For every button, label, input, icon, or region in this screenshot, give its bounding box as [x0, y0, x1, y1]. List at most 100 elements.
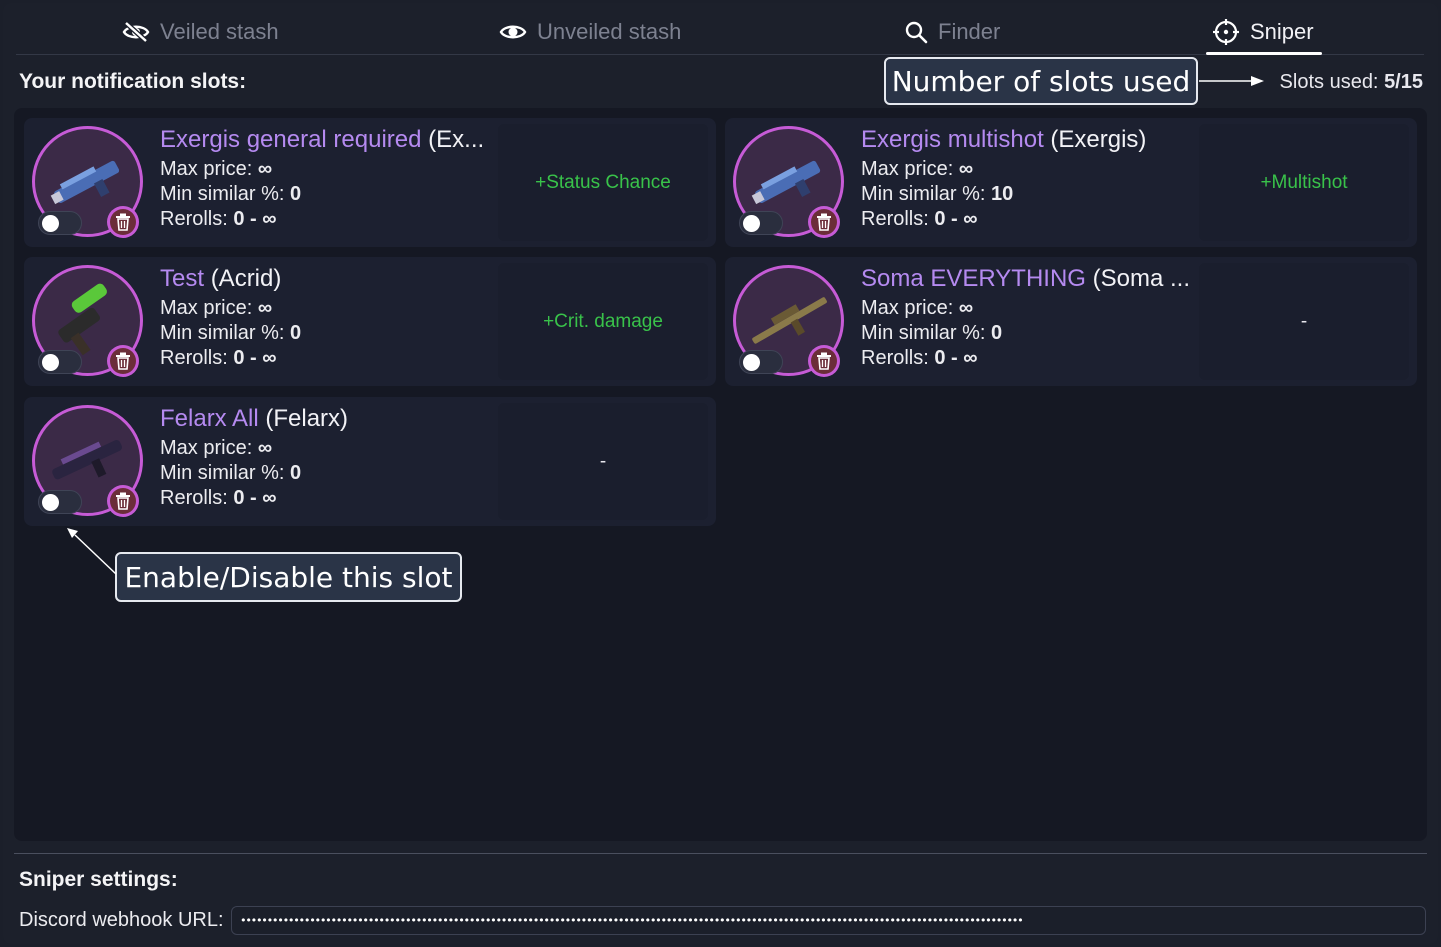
slot-weapon: (Soma ...	[1092, 265, 1190, 292]
enable-toggle[interactable]	[739, 350, 783, 374]
rerolls-value: 0 - ∞	[233, 208, 277, 230]
min-similar-label: Min similar %:	[861, 183, 986, 205]
tab-unveiled-stash[interactable]: Unveiled stash	[499, 10, 681, 54]
min-similar-label: Min similar %:	[160, 183, 285, 205]
delete-button[interactable]	[107, 206, 139, 238]
settings-title: Sniper settings:	[19, 868, 178, 891]
min-similar-label: Min similar %:	[160, 322, 285, 344]
tab-label: Finder	[938, 19, 1001, 44]
slot-info: Exergis multishot (Exergis) Max price: ∞ M…	[861, 126, 1191, 232]
min-similar-row: Min similar %: 0	[160, 321, 490, 346]
slot-weapon: (Felarx)	[265, 405, 349, 432]
max-price-row: Max price: ∞	[861, 157, 1191, 182]
divider	[14, 853, 1427, 854]
toggle-knob	[743, 354, 760, 371]
crosshair-icon	[1213, 19, 1239, 45]
max-price-row: Max price: ∞	[160, 157, 490, 182]
slot-stats: -	[1199, 263, 1409, 380]
min-similar-value: 10	[991, 183, 1014, 205]
tab-veiled-stash[interactable]: Veiled stash	[122, 10, 279, 54]
rerolls-label: Rerolls:	[160, 347, 228, 369]
toggle-knob	[743, 215, 760, 232]
slot-stats: +Status Chance	[498, 124, 708, 241]
min-similar-row: Min similar %: 0	[160, 461, 490, 486]
enable-toggle[interactable]	[38, 490, 82, 514]
search-icon	[905, 21, 928, 44]
toggle-knob	[42, 494, 59, 511]
max-price-label: Max price:	[861, 297, 954, 319]
min-similar-label: Min similar %:	[861, 322, 986, 344]
rerolls-label: Rerolls:	[160, 487, 228, 509]
max-price-label: Max price:	[160, 158, 253, 180]
trash-icon	[817, 352, 831, 370]
max-price-row: Max price: ∞	[160, 296, 490, 321]
slots-used-label: Slots used:	[1279, 71, 1379, 93]
tab-label: Sniper	[1250, 19, 1314, 44]
slot-stats: -	[498, 403, 708, 520]
max-price-label: Max price:	[861, 158, 954, 180]
tab-bar: Veiled stash Unveiled stash Finder Snipe…	[16, 10, 1424, 55]
slot-title: Exergis general required (Ex...	[160, 126, 490, 154]
min-similar-label: Min similar %:	[160, 462, 285, 484]
slot-card: Exergis general required (Ex... Max price…	[24, 118, 716, 247]
slot-title: Exergis multishot (Exergis)	[861, 126, 1191, 154]
slot-card: Exergis multishot (Exergis) Max price: ∞ M…	[725, 118, 1417, 247]
slot-card: Felarx All (Felarx) Max price: ∞ Min simil…	[24, 397, 716, 526]
slot-name[interactable]: Test	[160, 265, 204, 292]
min-similar-row: Min similar %: 0	[160, 182, 490, 207]
toggle-callout: Enable/Disable this slot	[115, 552, 462, 602]
delete-button[interactable]	[808, 206, 840, 238]
slot-title: Soma EVERYTHING (Soma ...	[861, 265, 1191, 293]
rerolls-label: Rerolls:	[160, 208, 228, 230]
trash-icon	[116, 352, 130, 370]
slot-name[interactable]: Exergis general required	[160, 126, 421, 153]
slot-name[interactable]: Soma EVERYTHING	[861, 265, 1086, 292]
toggle-knob	[42, 354, 59, 371]
slot-stats: +Crit. damage	[498, 263, 708, 380]
rerolls-value: 0 - ∞	[233, 347, 277, 369]
slot-name[interactable]: Exergis multishot	[861, 126, 1044, 153]
rerolls-value: 0 - ∞	[934, 208, 978, 230]
tab-finder[interactable]: Finder	[904, 10, 1000, 54]
min-similar-row: Min similar %: 10	[861, 182, 1191, 207]
slot-card: Soma EVERYTHING (Soma ... Max price: ∞ Min…	[725, 257, 1417, 386]
max-price-value: ∞	[257, 437, 273, 459]
toggle-knob	[42, 215, 59, 232]
slot-weapon: (Acrid)	[210, 265, 282, 292]
max-price-value: ∞	[958, 158, 974, 180]
trash-icon	[116, 213, 130, 231]
max-price-value: ∞	[257, 158, 273, 180]
tab-label: Unveiled stash	[537, 19, 682, 44]
trash-icon	[817, 213, 831, 231]
enable-toggle[interactable]	[38, 350, 82, 374]
delete-button[interactable]	[107, 345, 139, 377]
tab-sniper[interactable]: Sniper	[1206, 10, 1322, 55]
slot-title: Test (Acrid)	[160, 265, 490, 293]
slots-used-callout: Number of slots used	[884, 57, 1198, 105]
enable-toggle[interactable]	[38, 211, 82, 235]
rerolls-label: Rerolls:	[861, 208, 929, 230]
enable-toggle[interactable]	[739, 211, 783, 235]
rerolls-row: Rerolls: 0 - ∞	[160, 207, 490, 232]
max-price-value: ∞	[257, 297, 273, 319]
delete-button[interactable]	[808, 345, 840, 377]
eye-icon	[499, 25, 527, 39]
slot-name[interactable]: Felarx All	[160, 405, 259, 432]
slot-info: Soma EVERYTHING (Soma ... Max price: ∞ Min…	[861, 265, 1191, 371]
rerolls-value: 0 - ∞	[233, 487, 277, 509]
tab-label: Veiled stash	[160, 19, 279, 44]
rerolls-label: Rerolls:	[861, 347, 929, 369]
max-price-label: Max price:	[160, 297, 253, 319]
slots-used-value: 5/15	[1384, 71, 1423, 93]
delete-button[interactable]	[107, 485, 139, 517]
slot-info: Test (Acrid) Max price: ∞ Min similar %: 0…	[160, 265, 490, 371]
max-price-row: Max price: ∞	[861, 296, 1191, 321]
slots-panel: Exergis general required (Ex... Max price…	[14, 108, 1427, 841]
webhook-label: Discord webhook URL:	[19, 909, 224, 931]
webhook-url-input[interactable]: ••••••••••••••••••••••••••••••••••••••••…	[231, 906, 1426, 935]
slot-stats: +Multishot	[1199, 124, 1409, 241]
slots-used-counter: Slots used: 5/15	[1280, 71, 1423, 94]
slot-title: Felarx All (Felarx)	[160, 405, 490, 433]
max-price-row: Max price: ∞	[160, 436, 490, 461]
eye-slash-icon	[122, 21, 150, 43]
